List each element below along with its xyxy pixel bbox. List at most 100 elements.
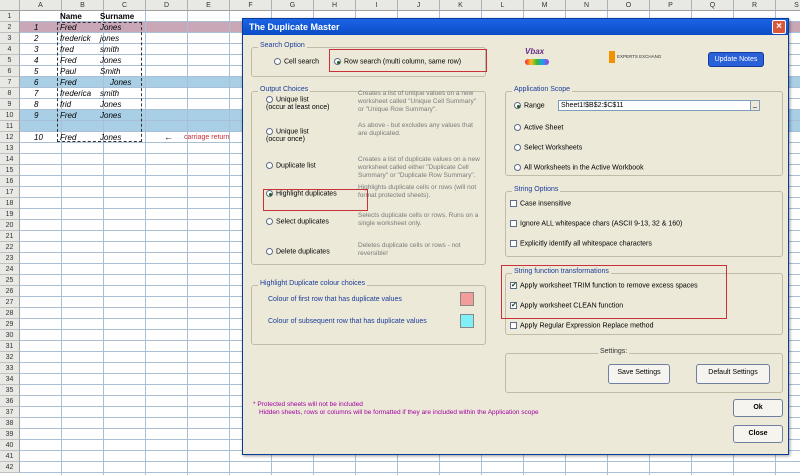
row-header[interactable]: 4 [0,44,20,55]
row-header[interactable]: 36 [0,396,20,407]
row-number-cell[interactable]: 6 [34,77,38,88]
ignore-whitespace-checkbox[interactable]: Ignore ALL whitespace chars (ASCII 9-13,… [510,220,682,227]
row-header[interactable]: 21 [0,231,20,242]
row-header[interactable]: 23 [0,253,20,264]
column-header[interactable]: D [146,0,188,11]
row-header[interactable]: 22 [0,242,20,253]
row-header[interactable]: 26 [0,286,20,297]
explicit-whitespace-checkbox[interactable]: Explicitly identify all whitespace chara… [510,240,652,247]
column-header[interactable]: E [188,0,230,11]
column-header[interactable]: M [524,0,566,11]
output-choice-radio[interactable]: Duplicate list [266,162,316,170]
range-input[interactable]: Sheet1!$B$2:$C$11 [558,100,758,111]
select-all-corner[interactable] [0,0,20,11]
column-header[interactable]: F [230,0,272,11]
close-icon[interactable]: × [772,20,786,34]
row-header[interactable]: 18 [0,198,20,209]
radio-icon [514,164,521,171]
row-header[interactable]: 11 [0,121,20,132]
row-header[interactable]: 16 [0,176,20,187]
header-name[interactable]: Name [60,11,82,22]
row-number-cell[interactable]: 8 [34,99,38,110]
row-number-cell[interactable]: 9 [34,110,38,121]
row-header[interactable]: 30 [0,330,20,341]
row-header[interactable]: 33 [0,363,20,374]
column-header[interactable]: N [566,0,608,11]
range-radio[interactable]: Range [514,102,545,109]
column-header[interactable]: R [734,0,776,11]
row-header[interactable]: 40 [0,440,20,451]
range-picker-icon[interactable]: _ [750,100,760,111]
column-header[interactable]: J [398,0,440,11]
output-choice-radio[interactable]: Unique list (occur once) [266,128,309,144]
regex-checkbox[interactable]: Apply Regular Expression Replace method [510,322,653,329]
row-number-cell[interactable]: 5 [34,66,38,77]
column-header[interactable]: C [104,0,146,11]
header-surname[interactable]: Surname [100,11,134,22]
subsequent-row-colour-swatch[interactable] [460,314,474,328]
row-header[interactable]: 2 [0,22,20,33]
column-header[interactable]: P [650,0,692,11]
ok-button[interactable]: Ok [733,399,783,417]
output-choice-radio[interactable]: Select duplicates [266,218,329,226]
row-header[interactable]: 12 [0,132,20,143]
row-header[interactable]: 9 [0,99,20,110]
all-worksheets-radio[interactable]: All Worksheets in the Active Workbook [514,164,644,171]
save-settings-button[interactable]: Save Settings [608,364,670,384]
row-number-cell[interactable]: 1 [34,22,38,33]
row-header[interactable]: 19 [0,209,20,220]
row-header[interactable]: 29 [0,319,20,330]
column-header[interactable]: G [272,0,314,11]
row-header[interactable]: 41 [0,451,20,462]
row-header[interactable]: 17 [0,187,20,198]
row-header[interactable]: 15 [0,165,20,176]
row-header[interactable]: 34 [0,374,20,385]
row-header[interactable]: 25 [0,275,20,286]
row-header[interactable]: 1 [0,11,20,22]
output-choice-radio[interactable]: Delete duplicates [266,248,330,256]
row-header[interactable]: 5 [0,55,20,66]
column-header[interactable]: B [62,0,104,11]
row-header[interactable]: 13 [0,143,20,154]
select-worksheets-radio[interactable]: Select Worksheets [514,144,582,151]
row-header[interactable]: 10 [0,110,20,121]
row-number-cell[interactable]: 7 [34,88,38,99]
row-header[interactable]: 20 [0,220,20,231]
column-header[interactable]: A [20,0,62,11]
row-header[interactable]: 8 [0,88,20,99]
active-sheet-radio[interactable]: Active Sheet [514,124,563,131]
column-header[interactable]: I [356,0,398,11]
column-header[interactable]: H [314,0,356,11]
row-header[interactable]: 7 [0,77,20,88]
row-header[interactable]: 3 [0,33,20,44]
output-choice-radio[interactable]: Unique list (occur at least once) [266,96,329,112]
default-settings-button[interactable]: Default Settings [696,364,770,384]
first-row-colour-swatch[interactable] [460,292,474,306]
column-header[interactable]: K [440,0,482,11]
carriage-return-note: carriage return [184,134,230,141]
column-header[interactable]: S [776,0,800,11]
row-number-cell[interactable]: 2 [34,33,38,44]
update-notes-button[interactable]: Update Notes [708,52,764,67]
row-number-cell[interactable]: 3 [34,44,38,55]
case-insensitive-checkbox[interactable]: Case insensitive [510,200,571,207]
row-header[interactable]: 38 [0,418,20,429]
row-header[interactable]: 14 [0,154,20,165]
row-header[interactable]: 6 [0,66,20,77]
row-header[interactable]: 42 [0,462,20,473]
column-header[interactable]: O [608,0,650,11]
cell-search-radio[interactable]: Cell search [274,58,319,65]
row-header[interactable]: 27 [0,297,20,308]
column-header[interactable]: L [482,0,524,11]
row-header[interactable]: 35 [0,385,20,396]
row-header[interactable]: 24 [0,264,20,275]
row-header[interactable]: 28 [0,308,20,319]
row-header[interactable]: 31 [0,341,20,352]
row-number-cell[interactable]: 4 [34,55,38,66]
row-header[interactable]: 32 [0,352,20,363]
row-header[interactable]: 39 [0,429,20,440]
close-button[interactable]: Close [733,425,783,443]
column-header[interactable]: Q [692,0,734,11]
row-number-cell[interactable]: 10 [34,132,43,143]
row-header[interactable]: 37 [0,407,20,418]
